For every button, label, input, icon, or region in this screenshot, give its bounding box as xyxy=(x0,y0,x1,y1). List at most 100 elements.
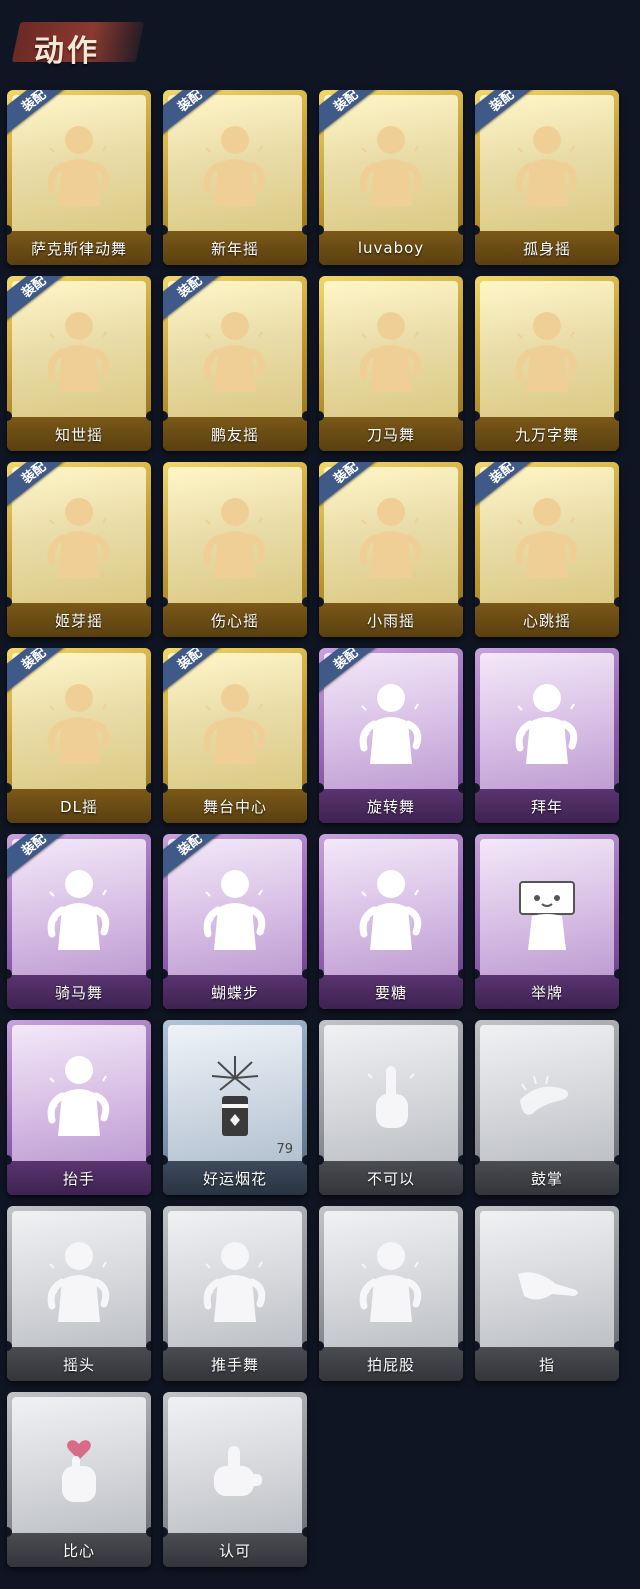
emote-name: 伤心摇 xyxy=(163,603,307,637)
emote-card[interactable]: 装配 旋转舞 xyxy=(319,648,463,823)
emote-name: 孤身摇 xyxy=(475,231,619,265)
emote-card[interactable]: 装配 蝴蝶步 xyxy=(163,834,307,1009)
dancer-glasses-icon xyxy=(44,118,114,218)
card-notch xyxy=(146,597,151,607)
emote-card[interactable]: 比心 xyxy=(7,1392,151,1567)
emote-grid: 装配 萨克斯律动舞 装配 新年摇 装配 luvaboy 装配 孤身摇 装配 知世… xyxy=(7,90,619,1567)
emote-name: 新年摇 xyxy=(163,231,307,265)
emote-card[interactable]: 装配 舞台中心 xyxy=(163,648,307,823)
dancer-icon xyxy=(200,676,270,776)
card-notch xyxy=(302,225,307,235)
firework-icon xyxy=(200,1048,270,1148)
card-notch xyxy=(458,225,463,235)
emote-name: 拜年 xyxy=(475,789,619,823)
emote-name: 比心 xyxy=(7,1533,151,1567)
emote-name: 好运烟花 xyxy=(163,1161,307,1195)
emote-card[interactable]: 不可以 xyxy=(319,1020,463,1195)
emote-card[interactable]: 九万字舞 xyxy=(475,276,619,451)
emote-name: 要糖 xyxy=(319,975,463,1009)
emote-name: 拍屁股 xyxy=(319,1347,463,1381)
dancer-icon xyxy=(356,490,426,590)
card-notch xyxy=(458,1155,463,1165)
card-notch xyxy=(302,969,307,979)
figure-icon xyxy=(44,1234,114,1334)
emote-name: 蝴蝶步 xyxy=(163,975,307,1009)
dancer-icon xyxy=(356,304,426,404)
card-notch xyxy=(614,783,619,793)
emote-card[interactable]: 装配 新年摇 xyxy=(163,90,307,265)
card-notch xyxy=(302,1527,307,1537)
emote-name: 心跳摇 xyxy=(475,603,619,637)
emote-card[interactable]: 装配 萨克斯律动舞 xyxy=(7,90,151,265)
emote-card[interactable]: 装配 心跳摇 xyxy=(475,462,619,637)
emote-name: 抬手 xyxy=(7,1161,151,1195)
card-notch xyxy=(146,1527,151,1537)
emote-name: 刀马舞 xyxy=(319,417,463,451)
figure-icon xyxy=(200,1234,270,1334)
emote-card[interactable]: 摇头 xyxy=(7,1206,151,1381)
emote-name: 摇头 xyxy=(7,1347,151,1381)
card-notch xyxy=(458,969,463,979)
card-notch xyxy=(458,597,463,607)
card-notch xyxy=(146,783,151,793)
emote-name: 知世摇 xyxy=(7,417,151,451)
emote-name: 指 xyxy=(475,1347,619,1381)
card-notch xyxy=(146,969,151,979)
dancer-icon xyxy=(44,676,114,776)
emote-card[interactable]: 举牌 xyxy=(475,834,619,1009)
card-notch xyxy=(302,597,307,607)
dancer-icon xyxy=(44,304,114,404)
emote-card[interactable]: 装配 孤身摇 xyxy=(475,90,619,265)
card-notch xyxy=(614,411,619,421)
card-notch xyxy=(614,597,619,607)
emote-card[interactable]: 要糖 xyxy=(319,834,463,1009)
card-notch xyxy=(614,1341,619,1351)
emote-card[interactable]: 鼓掌 xyxy=(475,1020,619,1195)
card-notch xyxy=(146,1155,151,1165)
card-notch xyxy=(302,1341,307,1351)
emote-name: 萨克斯律动舞 xyxy=(7,231,151,265)
emote-name: 不可以 xyxy=(319,1161,463,1195)
dancer-icon xyxy=(200,862,270,962)
emote-card[interactable]: 装配 luvaboy xyxy=(319,90,463,265)
card-notch xyxy=(146,1341,151,1351)
emote-name: luvaboy xyxy=(319,231,463,265)
emote-card[interactable]: 认可 xyxy=(163,1392,307,1567)
dancer-icon xyxy=(512,490,582,590)
dancer-icon xyxy=(512,304,582,404)
bow-figure-icon xyxy=(512,676,582,776)
heart-hands-icon xyxy=(200,490,270,590)
figure-icon xyxy=(356,862,426,962)
emote-name: 姬芽摇 xyxy=(7,603,151,637)
emote-card[interactable]: 装配 小雨摇 xyxy=(319,462,463,637)
emote-card[interactable]: 抬手 xyxy=(7,1020,151,1195)
emote-card[interactable]: 装配 知世摇 xyxy=(7,276,151,451)
finger-icon xyxy=(356,1048,426,1148)
emote-card[interactable]: 拜年 xyxy=(475,648,619,823)
spin-dancer-icon xyxy=(356,676,426,776)
card-notch xyxy=(458,1341,463,1351)
emote-card[interactable]: 指 xyxy=(475,1206,619,1381)
card-notch xyxy=(614,969,619,979)
dancer-icon xyxy=(200,304,270,404)
card-notch xyxy=(458,783,463,793)
emote-card[interactable]: 装配 鹏友摇 xyxy=(163,276,307,451)
thumbs-up-icon xyxy=(200,1420,270,1520)
emote-name: 舞台中心 xyxy=(163,789,307,823)
dancer-icon xyxy=(512,118,582,218)
emote-name: 认可 xyxy=(163,1533,307,1567)
emote-card[interactable]: 伤心摇 xyxy=(163,462,307,637)
emote-card[interactable]: 拍屁股 xyxy=(319,1206,463,1381)
emote-card[interactable]: 装配 骑马舞 xyxy=(7,834,151,1009)
card-notch xyxy=(302,783,307,793)
emote-name: 九万字舞 xyxy=(475,417,619,451)
emote-card[interactable]: 装配 DL摇 xyxy=(7,648,151,823)
card-notch xyxy=(614,225,619,235)
card-notch xyxy=(146,411,151,421)
emote-card[interactable]: 刀马舞 xyxy=(319,276,463,451)
emote-card[interactable]: 装配 姬芽摇 xyxy=(7,462,151,637)
emote-card[interactable]: 推手舞 xyxy=(163,1206,307,1381)
emote-card[interactable]: 79 好运烟花 xyxy=(163,1020,307,1195)
item-count: 79 xyxy=(276,1142,293,1157)
card-notch xyxy=(458,411,463,421)
